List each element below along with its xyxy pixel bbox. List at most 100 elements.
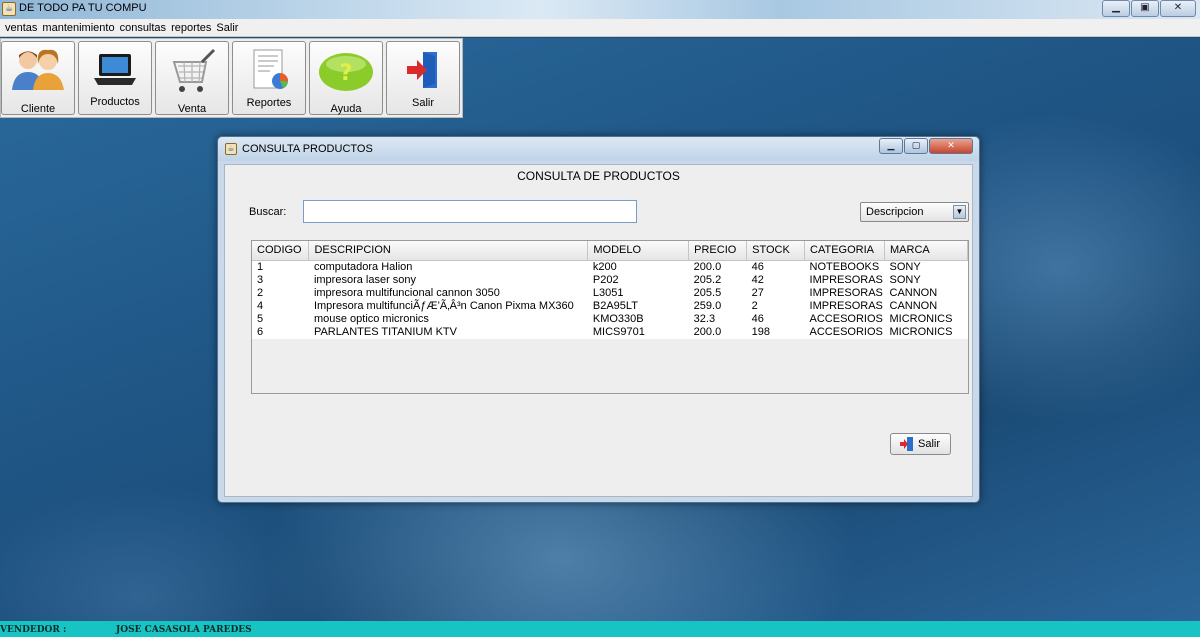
cell-modelo: KMO330B <box>587 312 689 326</box>
cell-precio: 200.0 <box>688 260 747 274</box>
cell-descripcion: Impresora multifunciÃƒÆ’Ã‚Â³n Canon Pixm… <box>308 299 588 313</box>
exit-door-icon <box>900 437 913 451</box>
table-row[interactable]: 4 Impresora multifunciÃƒÆ’Ã‚Â³n Canon Pi… <box>252 299 968 313</box>
cell-precio: 200.0 <box>688 325 747 339</box>
search-label: Buscar: <box>249 206 287 218</box>
cell-codigo: 3 <box>252 273 309 287</box>
dialog-title-bar[interactable]: ☕ CONSULTA PRODUCTOS ▁ ▢ ✕ <box>218 137 979 161</box>
menu-ventas[interactable]: ventas <box>5 22 37 34</box>
salir-button-label: Salir <box>918 438 941 450</box>
cell-modelo: B2A95LT <box>587 299 689 313</box>
salir-toolbar-button[interactable]: Salir <box>386 41 460 115</box>
menu-bar: ventas mantenimiento consultas reportes … <box>0 19 1200 37</box>
cell-precio: 259.0 <box>688 299 747 313</box>
cell-categoria: IMPRESORAS <box>804 299 885 313</box>
minimize-button[interactable]: ▁ <box>1102 0 1130 17</box>
productos-label: Productos <box>90 96 140 108</box>
cell-codigo: 1 <box>252 260 309 274</box>
ayuda-button[interactable]: ? Ayuda <box>309 41 383 115</box>
dialog-heading: CONSULTA DE PRODUCTOS <box>517 169 680 183</box>
filter-dropdown[interactable]: Descripcion ▼ <box>860 202 969 222</box>
cell-categoria: IMPRESORAS <box>804 273 885 287</box>
cell-marca: MICRONICS <box>884 312 968 326</box>
cell-categoria: ACCESORIOS <box>804 312 885 326</box>
table-row[interactable]: 6 PARLANTES TITANIUM KTV MICS9701 200.0 … <box>252 325 968 339</box>
cell-stock: 42 <box>746 273 805 287</box>
cell-modelo: MICS9701 <box>587 325 689 339</box>
menu-reportes[interactable]: reportes <box>171 22 211 34</box>
cell-codigo: 2 <box>252 286 309 300</box>
column-header-categoria[interactable]: CATEGORIA <box>804 241 886 261</box>
dialog-content: CONSULTA DE PRODUCTOS Buscar: Descripcio… <box>224 164 973 497</box>
column-header-modelo[interactable]: MODELO <box>587 241 690 261</box>
close-button[interactable]: ✕ <box>1160 0 1196 17</box>
salir-button[interactable]: Salir <box>890 433 951 455</box>
cell-precio: 205.5 <box>688 286 747 300</box>
cell-precio: 32.3 <box>688 312 747 326</box>
shopping-cart-icon <box>172 48 216 92</box>
window-title: DE TODO PA TU COMPU <box>19 2 147 14</box>
cell-descripcion: impresora multifuncional cannon 3050 <box>308 286 588 300</box>
toolbar: Cliente Productos Venta Reportes ? Ayuda… <box>0 38 463 118</box>
reportes-button[interactable]: Reportes <box>232 41 306 115</box>
vendedor-label: VENDEDOR : <box>0 625 67 635</box>
products-table-container: CODIGO DESCRIPCION MODELO PRECIO STOCK C… <box>251 240 969 394</box>
table-row[interactable]: 1 computadora Halion k200 200.0 46 NOTEB… <box>252 260 968 274</box>
cell-codigo: 6 <box>252 325 309 339</box>
cell-marca: CANNON <box>884 299 968 313</box>
dialog-title: CONSULTA PRODUCTOS <box>242 143 373 155</box>
cell-modelo: L3051 <box>587 286 689 300</box>
cell-stock: 198 <box>746 325 805 339</box>
cell-codigo: 5 <box>252 312 309 326</box>
cell-codigo: 4 <box>252 299 309 313</box>
cell-marca: MICRONICS <box>884 325 968 339</box>
search-input[interactable] <box>303 200 637 223</box>
table-row[interactable]: 3 impresora laser sony P202 205.2 42 IMP… <box>252 273 968 287</box>
reportes-label: Reportes <box>246 97 292 109</box>
menu-consultas[interactable]: consultas <box>120 22 166 34</box>
status-bar: VENDEDOR : JOSE CASASOLA PAREDES <box>0 621 1200 637</box>
column-header-marca[interactable]: MARCA <box>884 241 968 261</box>
productos-button[interactable]: Productos <box>78 41 152 115</box>
cell-modelo: P202 <box>587 273 689 287</box>
users-icon <box>12 49 64 90</box>
cell-marca: SONY <box>884 273 968 287</box>
cell-descripcion: computadora Halion <box>308 260 588 274</box>
cell-precio: 205.2 <box>688 273 747 287</box>
table-row[interactable]: 2 impresora multifuncional cannon 3050 L… <box>252 286 968 300</box>
maximize-button[interactable]: ▣ <box>1131 0 1159 17</box>
cell-categoria: IMPRESORAS <box>804 286 885 300</box>
column-header-codigo[interactable]: CODIGO <box>252 241 310 261</box>
menu-salir[interactable]: Salir <box>216 22 238 34</box>
column-header-stock[interactable]: STOCK <box>746 241 806 261</box>
svg-text:?: ? <box>340 61 353 86</box>
dropdown-arrow-icon[interactable]: ▼ <box>953 205 966 219</box>
table-row[interactable]: 5 mouse optico micronics KMO330B 32.3 46… <box>252 312 968 326</box>
cell-descripcion: impresora laser sony <box>308 273 588 287</box>
menu-mantenimiento[interactable]: mantenimiento <box>42 22 114 34</box>
cell-modelo: k200 <box>587 260 689 274</box>
report-chart-icon <box>253 49 288 89</box>
vendedor-value: JOSE CASASOLA PAREDES <box>116 625 252 635</box>
venta-label: Venta <box>177 103 207 115</box>
cliente-label: Cliente <box>20 103 56 115</box>
column-header-precio[interactable]: PRECIO <box>688 241 748 261</box>
laptop-icon <box>94 54 136 85</box>
cell-descripcion: PARLANTES TITANIUM KTV <box>308 325 588 339</box>
consulta-productos-dialog: ☕ CONSULTA PRODUCTOS ▁ ▢ ✕ CONSULTA DE P… <box>217 136 980 503</box>
cell-stock: 46 <box>746 260 805 274</box>
products-table: CODIGO DESCRIPCION MODELO PRECIO STOCK C… <box>252 241 968 339</box>
window-controls: ▁ ▣ ✕ <box>1101 0 1196 18</box>
column-header-descripcion[interactable]: DESCRIPCION <box>308 241 589 261</box>
cell-stock: 46 <box>746 312 805 326</box>
cell-stock: 27 <box>746 286 805 300</box>
venta-button[interactable]: Venta <box>155 41 229 115</box>
dialog-maximize-button[interactable]: ▢ <box>904 138 928 154</box>
exit-door-icon <box>407 52 437 88</box>
cell-marca: CANNON <box>884 286 968 300</box>
help-icon: ? <box>319 53 373 91</box>
cliente-button[interactable]: Cliente <box>1 41 75 115</box>
cell-stock: 2 <box>746 299 805 313</box>
dialog-close-button[interactable]: ✕ <box>929 138 973 154</box>
dialog-minimize-button[interactable]: ▁ <box>879 138 903 154</box>
